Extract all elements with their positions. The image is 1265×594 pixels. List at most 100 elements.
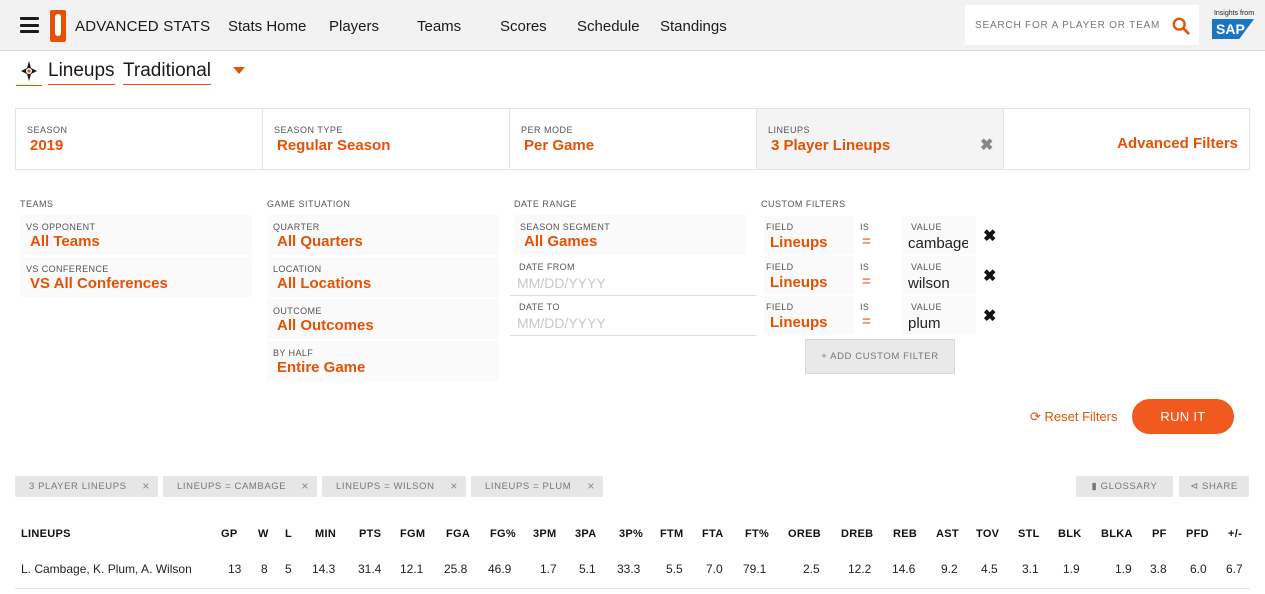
operator-value: = <box>862 273 871 290</box>
remove-filter-icon[interactable]: ✖ <box>983 226 996 246</box>
nav-link-stats-home[interactable]: Stats Home <box>228 18 306 35</box>
column-header[interactable]: FTM <box>660 528 684 540</box>
filter-season[interactable]: SEASON 2019 <box>16 109 263 169</box>
advanced-filters-toggle[interactable]: Advanced Filters <box>1117 135 1238 152</box>
custom-filter-operator[interactable]: IS = <box>858 216 898 254</box>
share-button[interactable]: ⊲ SHARE <box>1179 476 1249 497</box>
nav-link-scores[interactable]: Scores <box>500 18 547 35</box>
search-box <box>965 5 1199 45</box>
filter-location[interactable]: LOCATION All Locations <box>267 257 499 297</box>
remove-filter-icon[interactable]: ✖ <box>983 306 996 326</box>
table-cell: 5.1 <box>579 562 596 576</box>
lineup-name-cell[interactable]: L. Cambage, K. Plum, A. Wilson <box>21 562 192 576</box>
sponsor-logo[interactable]: Insights from SAP <box>1212 10 1256 42</box>
column-header[interactable]: W <box>258 528 269 540</box>
filter-season-segment[interactable]: SEASON SEGMENT All Games <box>514 215 746 255</box>
active-filter-chip[interactable]: 3 PLAYER LINEUPS × <box>15 476 158 497</box>
column-header[interactable]: FGM <box>400 528 425 540</box>
active-filter-chip[interactable]: LINEUPS = PLUM × <box>471 476 603 497</box>
filter-per-mode[interactable]: PER MODE Per Game <box>510 109 757 169</box>
column-header[interactable]: FGA <box>446 528 470 540</box>
field-value: Lineups <box>770 274 828 291</box>
chip-label: 3 PLAYER LINEUPS <box>29 481 127 492</box>
search-icon[interactable] <box>1172 17 1190 35</box>
search-input[interactable] <box>965 5 1165 45</box>
glossary-button[interactable]: ▮ GLOSSARY <box>1076 476 1173 497</box>
custom-filter-value-input[interactable] <box>908 314 968 332</box>
table-cell: 31.4 <box>358 562 382 576</box>
custom-filter-field[interactable]: FIELD Lineups <box>764 256 854 294</box>
custom-filter-value: VALUE <box>902 256 976 294</box>
filter-by-half[interactable]: BY HALF Entire Game <box>267 341 499 381</box>
chevron-down-icon[interactable] <box>233 67 245 74</box>
column-header[interactable]: REB <box>893 528 917 540</box>
league-logo-icon[interactable] <box>50 10 66 42</box>
close-icon[interactable]: × <box>301 476 309 497</box>
teams-heading: TEAMS <box>20 199 54 209</box>
filter-vs-opponent[interactable]: VS OPPONENT All Teams <box>20 215 252 255</box>
custom-filter-operator[interactable]: IS = <box>858 296 898 334</box>
nav-link-players[interactable]: Players <box>329 18 379 35</box>
table-cell: 14.3 <box>312 562 336 576</box>
table-cell: 46.9 <box>488 562 512 576</box>
custom-filter-field[interactable]: FIELD Lineups <box>764 296 854 334</box>
column-header[interactable]: PF <box>1152 528 1167 540</box>
page-title-measure[interactable]: Traditional <box>123 60 212 85</box>
custom-filter-operator[interactable]: IS = <box>858 256 898 294</box>
column-header[interactable]: PFD <box>1186 528 1209 540</box>
column-header[interactable]: BLK <box>1058 528 1082 540</box>
filter-label: SEASON SEGMENT <box>520 222 611 232</box>
column-header[interactable]: FTA <box>702 528 723 540</box>
remove-filter-icon[interactable]: ✖ <box>983 266 996 286</box>
close-icon[interactable]: × <box>142 476 150 497</box>
clear-lineups-icon[interactable]: ✖ <box>980 135 993 155</box>
date-range-heading: DATE RANGE <box>514 199 577 209</box>
column-header[interactable]: GP <box>221 528 238 540</box>
reset-filters-button[interactable]: ⟳ Reset Filters <box>1030 409 1118 425</box>
date-from-input[interactable] <box>517 274 717 292</box>
column-header[interactable]: OREB <box>788 528 821 540</box>
column-header[interactable]: DREB <box>841 528 873 540</box>
filter-lineups[interactable]: LINEUPS 3 Player Lineups ✖ <box>757 109 1004 169</box>
run-it-button[interactable]: RUN IT <box>1132 399 1234 434</box>
filter-vs-conference[interactable]: VS CONFERENCE VS All Conferences <box>20 257 252 297</box>
brand-title[interactable]: ADVANCED STATS <box>75 18 210 35</box>
filter-outcome[interactable]: OUTCOME All Outcomes <box>267 299 499 339</box>
column-header[interactable]: BLKA <box>1101 528 1133 540</box>
nav-link-schedule[interactable]: Schedule <box>577 18 640 35</box>
column-header[interactable]: +/- <box>1228 528 1242 540</box>
column-header[interactable]: PTS <box>359 528 381 540</box>
nav-link-teams[interactable]: Teams <box>417 18 461 35</box>
close-icon[interactable]: × <box>450 476 458 497</box>
custom-filter-field[interactable]: FIELD Lineups <box>764 216 854 254</box>
filter-season-type[interactable]: SEASON TYPE Regular Season <box>263 109 510 169</box>
column-header[interactable]: 3P% <box>619 528 643 540</box>
close-icon[interactable]: × <box>587 476 595 497</box>
column-header[interactable]: 3PM <box>533 528 557 540</box>
filter-quarter[interactable]: QUARTER All Quarters <box>267 215 499 255</box>
column-header[interactable]: TOV <box>976 528 999 540</box>
field-value: Lineups <box>770 314 828 331</box>
date-to-input[interactable] <box>517 314 717 332</box>
active-filter-chip[interactable]: LINEUPS = WILSON × <box>322 476 466 497</box>
menu-icon[interactable] <box>20 17 39 33</box>
column-header[interactable]: MIN <box>315 528 336 540</box>
field-value: Lineups <box>770 234 828 251</box>
column-header[interactable]: L <box>285 528 292 540</box>
custom-filter-value-input[interactable] <box>908 234 968 252</box>
nav-link-standings[interactable]: Standings <box>660 18 727 35</box>
active-filter-chip[interactable]: LINEUPS = CAMBAGE × <box>163 476 317 497</box>
column-header[interactable]: FG% <box>490 528 516 540</box>
custom-filter-row: FIELD Lineups IS = VALUE ✖ <box>764 216 1000 254</box>
column-header[interactable]: FT% <box>745 528 769 540</box>
value-label: VALUE <box>911 222 942 232</box>
add-custom-filter-button[interactable]: + ADD CUSTOM FILTER <box>805 339 955 374</box>
row-divider <box>15 588 1250 589</box>
column-header[interactable]: STL <box>1018 528 1040 540</box>
column-header[interactable]: 3PA <box>575 528 596 540</box>
column-header-lineups[interactable]: LINEUPS <box>21 528 71 540</box>
column-header[interactable]: AST <box>936 528 959 540</box>
date-from-field: DATE FROM <box>510 256 756 296</box>
custom-filter-value-input[interactable] <box>908 274 968 292</box>
page-title-category[interactable]: Lineups <box>48 60 115 85</box>
